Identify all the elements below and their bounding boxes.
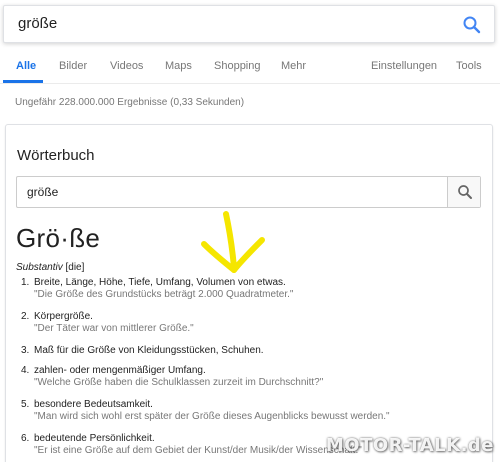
watermark: MOTOR-TALK.de (325, 435, 494, 456)
dictionary-search-button[interactable] (447, 177, 480, 207)
definition-example: "Die Größe des Grundstücks beträgt 2.000… (34, 289, 294, 300)
pos-label: Substantiv (16, 262, 63, 273)
dictionary-title: Wörterbuch (17, 147, 95, 164)
tab-videos[interactable]: Videos (110, 60, 143, 72)
tab-shopping[interactable]: Shopping (214, 60, 261, 72)
definition-text: Maß für die Größe von Kleidungsstücken, … (34, 345, 264, 356)
tab-einstellungen[interactable]: Einstellungen (371, 60, 437, 72)
search-icon[interactable] (462, 15, 482, 35)
definition-example: "Der Täter war von mittlerer Größe." (34, 323, 194, 334)
definition-example: "Man wird sich wohl erst später der Größ… (34, 411, 390, 422)
tab-tools[interactable]: Tools (456, 60, 482, 72)
definition-number: 2. (21, 311, 30, 322)
result-stats: Ungefähr 228.000.000 Ergebnisse (0,33 Se… (15, 97, 245, 108)
tab-alle[interactable]: Alle (16, 60, 36, 72)
dictionary-search-box[interactable]: größe (16, 176, 481, 208)
definition-text: zahlen- oder mengenmäßiger Umfang. (34, 365, 206, 376)
dictionary-card: Wörterbuch größe Grö·ße Substantiv [die]… (5, 124, 493, 462)
definition-text: Breite, Länge, Höhe, Tiefe, Umfang, Volu… (34, 277, 286, 288)
search-icon (458, 185, 472, 199)
tab-bilder[interactable]: Bilder (59, 60, 87, 72)
headword: Grö·ße (16, 223, 101, 253)
definition-number: 4. (21, 365, 30, 376)
tab-maps[interactable]: Maps (165, 60, 192, 72)
definition-text: bedeutende Persönlichkeit. (34, 433, 155, 444)
definition-number: 1. (21, 277, 30, 288)
definition-text: besondere Bedeutsamkeit. (34, 399, 153, 410)
part-of-speech: Substantiv [die] (16, 262, 84, 273)
definition-example: "Er ist eine Größe auf dem Gebiet der Ku… (34, 445, 362, 456)
dictionary-search-input[interactable]: größe (27, 185, 58, 199)
definition-number: 3. (21, 345, 30, 356)
active-tab-indicator (3, 80, 43, 83)
definition-number: 5. (21, 399, 30, 410)
search-bar[interactable]: größe (3, 5, 495, 43)
gender-label: [die] (65, 262, 85, 273)
tab-mehr[interactable]: Mehr (281, 60, 306, 72)
definition-text: Körpergröße. (34, 311, 93, 322)
definition-example: "Welche Größe haben die Schulklassen zur… (34, 377, 324, 388)
search-tabs: Alle Bilder Videos Maps Shopping Mehr Ei… (0, 43, 500, 84)
search-input[interactable]: größe (18, 15, 57, 32)
definition-number: 6. (21, 433, 30, 444)
